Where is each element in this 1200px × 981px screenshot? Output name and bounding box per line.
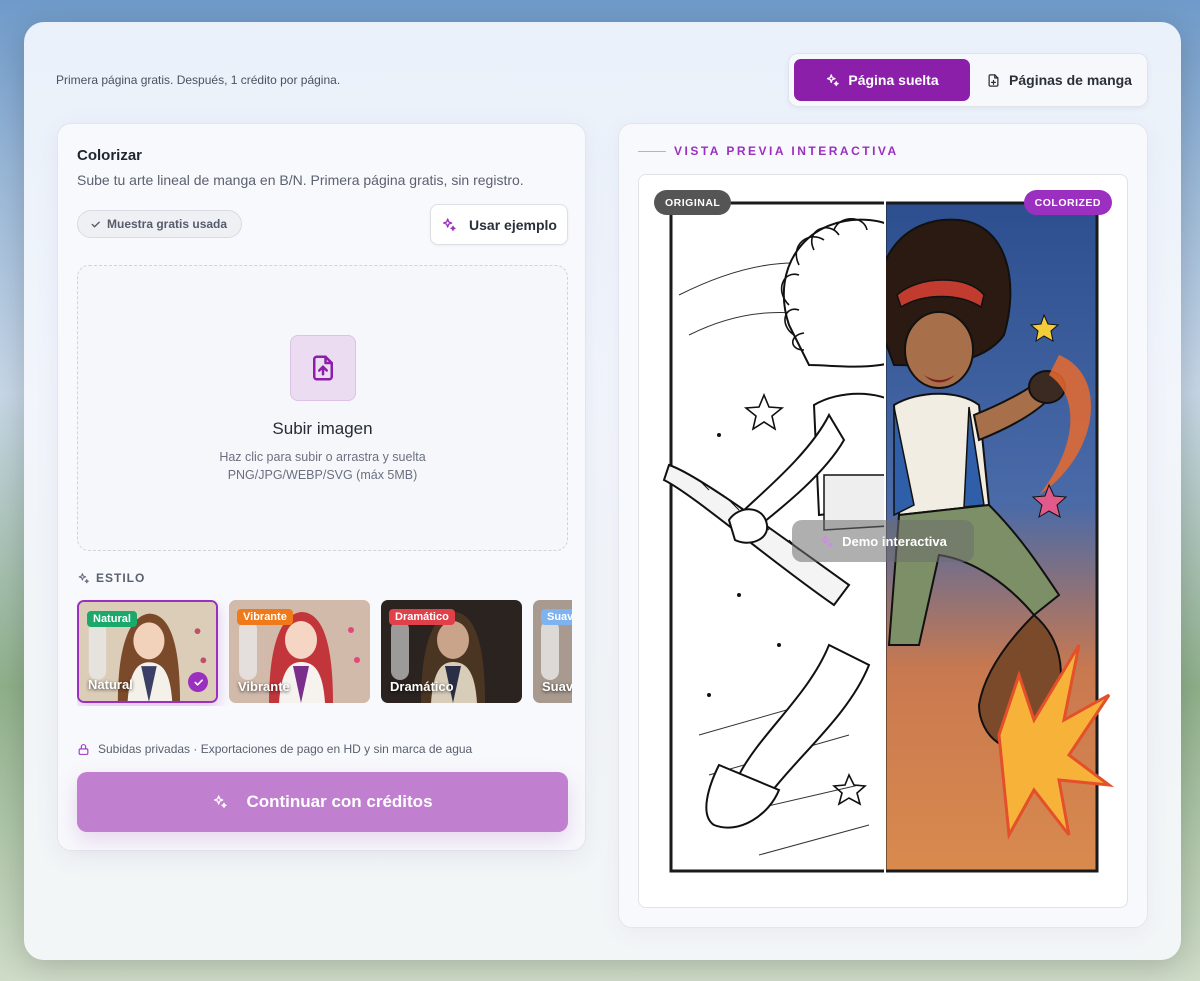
lock-icon [78,743,89,755]
panel-title: Colorizar [77,147,143,164]
interactive-demo-label: Demo interactiva [842,533,947,549]
check-icon [91,221,100,227]
file-upload-icon [313,355,333,381]
upload-icon-box [290,335,356,401]
preview-label-text: VISTA PREVIA INTERACTIVA [674,144,899,158]
mode-switch: Página suelta Páginas de manga [788,53,1148,107]
upload-dropzone[interactable]: Subir imagen Haz clic para subir o arras… [77,265,568,551]
panel-subtitle: Sube tu arte lineal de manga en B/N. Pri… [77,172,524,188]
privacy-note: Subidas privadas · Exportaciones de pago… [77,742,472,756]
continue-button-label: Continuar con créditos [246,792,433,811]
manga-pages-tab-label: Páginas de manga [1009,72,1132,88]
style-name-natural: Natural [88,677,133,692]
before-after-preview[interactable]: ORIGINAL COLORIZED Demo interactiva [638,174,1128,908]
style-card-dramatico[interactable]: Dramático Dramático [381,600,522,703]
colorized-pill: COLORIZED [1023,190,1112,215]
file-stack-icon [988,73,999,87]
upload-hint-line-2: PNG/JPG/WEBP/SVG (máx 5MB) [227,468,418,482]
style-card-natural[interactable]: Natural Natural [77,600,218,703]
style-carousel[interactable]: Natural Natural Vibrante Vibrante Dramát… [77,600,572,706]
sparkles-icon [78,572,89,583]
sparkles-icon [214,795,228,808]
upload-hint: Haz clic para subir o arrastra y suelta … [78,448,567,484]
continue-with-credits-button[interactable]: Continuar con créditos [77,772,568,832]
style-card-suave[interactable]: Suav Suav [533,600,572,703]
upload-title: Subir imagen [272,419,373,438]
sparkles-icon [820,534,833,547]
style-section-label-text: ESTILO [96,571,146,585]
interactive-demo-chip[interactable]: Demo interactiva [792,520,974,562]
free-sample-used-badge: Muestra gratis usada [77,210,243,238]
style-tag-natural: Natural [87,611,137,627]
privacy-note-text: Subidas privadas · Exportaciones de pago… [98,742,473,756]
selected-check-icon [188,672,208,692]
sparkles-icon [443,217,456,231]
colorize-panel: Colorizar Sube tu arte lineal de manga e… [57,123,586,851]
sparkles-icon [827,73,840,86]
upload-hint-line-1: Haz clic para subir o arrastra y suelta [219,450,426,464]
free-page-note: Primera página gratis. Después, 1 crédit… [56,73,341,87]
single-page-tab-label: Página suelta [848,72,939,88]
style-card-vibrante[interactable]: Vibrante Vibrante [229,600,370,703]
style-tag-dramatico: Dramático [389,609,455,625]
original-pill: ORIGINAL [654,190,732,215]
style-tag-suave: Suav [541,609,572,625]
manga-pages-tab[interactable]: Páginas de manga [976,59,1142,101]
preview-panel: VISTA PREVIA INTERACTIVA ORIGINAL COLORI… [618,123,1148,928]
use-example-button[interactable]: Usar ejemplo [430,204,568,245]
style-name-dramatico: Dramático [390,679,454,694]
style-tag-vibrante: Vibrante [237,609,293,625]
app-window: Primera página gratis. Después, 1 crédit… [24,22,1181,960]
style-section-label: ESTILO [77,571,145,585]
use-example-label: Usar ejemplo [469,216,557,233]
preview-section-label: VISTA PREVIA INTERACTIVA [638,144,899,158]
single-page-tab[interactable]: Página suelta [794,59,970,101]
style-name-suave: Suav [542,679,572,694]
free-sample-used-label: Muestra gratis usada [107,217,228,231]
style-name-vibrante: Vibrante [238,679,290,694]
preview-label-rule [638,150,666,152]
